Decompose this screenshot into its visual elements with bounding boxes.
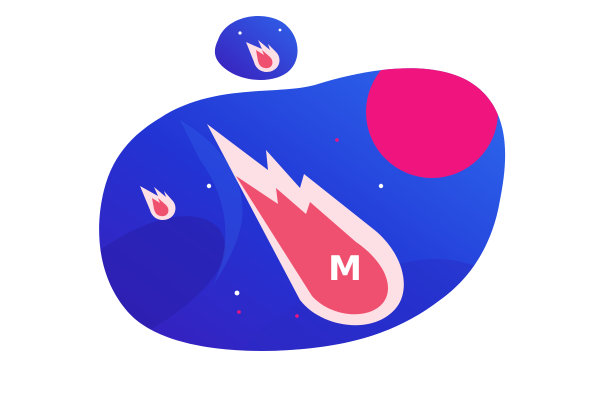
meteor-illustration: M [0, 0, 600, 400]
meteor-badge [214, 16, 298, 80]
planet-icon [366, 68, 498, 178]
illustration-canvas: M [99, 16, 506, 351]
meteor-logo-letter: M [328, 249, 362, 289]
star-dot-icon [237, 310, 241, 314]
star-dot-icon [234, 290, 240, 296]
star-dot-icon [206, 183, 212, 189]
star-dot-icon [378, 183, 384, 189]
star-dot-icon [295, 314, 299, 318]
star-dot-icon [335, 138, 339, 142]
